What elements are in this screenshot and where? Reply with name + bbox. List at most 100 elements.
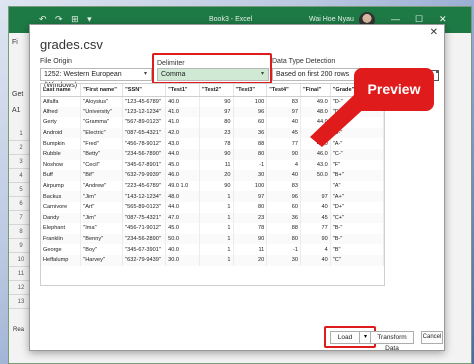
table-cell: 90 bbox=[233, 233, 268, 245]
table-cell: "143-12-1234" bbox=[122, 191, 167, 202]
table-cell: 43.0 bbox=[300, 159, 331, 171]
column-header: "Test2" bbox=[199, 84, 234, 97]
table-cell: 23 bbox=[233, 212, 268, 224]
table-cell: "C+" bbox=[330, 212, 384, 224]
table-cell: "F" bbox=[330, 159, 384, 171]
detection-label: Data Type Detection bbox=[272, 58, 336, 65]
table-cell: 1 bbox=[199, 223, 234, 234]
table-row: Noshow "Cecil" "345-67-8901" 45.0 11 -1 4 43.0 "… bbox=[41, 159, 384, 171]
get-data-button[interactable]: Get bbox=[12, 91, 23, 98]
table-cell: 97 bbox=[199, 106, 234, 118]
table-cell: 30 bbox=[233, 170, 268, 181]
table-cell: "B-" bbox=[330, 233, 384, 245]
table-cell: "123-45-6789" bbox=[122, 96, 167, 107]
table-cell: 30.0 bbox=[165, 254, 200, 266]
table-cell: 45 bbox=[266, 127, 301, 139]
table-cell: "B" bbox=[330, 244, 384, 255]
table-cell: 1 bbox=[199, 254, 234, 266]
table-cell: 20 bbox=[199, 170, 234, 181]
table-cell: 47.0 bbox=[165, 212, 200, 224]
table-cell: "Benny" bbox=[80, 233, 124, 245]
minimize-icon[interactable]: — bbox=[391, 14, 400, 24]
table-cell: 97 bbox=[266, 106, 301, 118]
file-origin-label: File Origin bbox=[40, 58, 72, 65]
transform-data-button[interactable]: Transform Data bbox=[370, 331, 414, 352]
table-cell: "Bif" bbox=[80, 170, 124, 181]
table-cell: 90 bbox=[199, 148, 234, 160]
table-cell: 1 bbox=[199, 244, 234, 255]
table-cell: Noshow bbox=[41, 159, 82, 171]
table-cell: "087-75-4321" bbox=[122, 212, 167, 224]
table-cell: 83 bbox=[266, 96, 301, 107]
table-cell: 90 bbox=[266, 148, 301, 160]
table-row: Airpump "Andrew" "223-45-6789" 49.0 1.0 90 10… bbox=[41, 180, 384, 192]
table-cell: 23 bbox=[199, 127, 234, 139]
table-cell: 80 bbox=[233, 201, 268, 213]
detection-value: Based on first 200 rows bbox=[276, 71, 350, 78]
table-cell: 90 bbox=[199, 180, 234, 192]
file-tab[interactable]: Fi bbox=[12, 39, 18, 46]
load-highlight-box bbox=[324, 326, 376, 348]
table-row: Dandy "Jim" "087-75-4321" 47.0 1 23 36 45 "C+" bbox=[41, 212, 384, 224]
table-cell: Bumpkin bbox=[41, 138, 82, 149]
table-cell: Alfred bbox=[41, 106, 82, 118]
table-cell: Backus bbox=[41, 191, 82, 202]
table-cell: "123-12-1234" bbox=[122, 106, 167, 118]
table-cell: 45.0 bbox=[165, 223, 200, 234]
table-cell: 11 bbox=[199, 159, 234, 171]
cancel-button[interactable]: Cancel bbox=[421, 331, 443, 344]
table-cell: 97 bbox=[300, 191, 331, 202]
table-cell: 48.0 bbox=[165, 191, 200, 202]
table-cell: 80 bbox=[233, 148, 268, 160]
table-cell: "A" bbox=[330, 180, 384, 192]
excel-title: Book3 - Excel bbox=[209, 16, 253, 23]
table-cell: 4 bbox=[300, 244, 331, 255]
table-cell: 42.0 bbox=[165, 127, 200, 139]
table-cell: "456-78-9012" bbox=[122, 138, 167, 149]
table-cell: 45 bbox=[300, 212, 331, 224]
table-cell: "B+" bbox=[330, 170, 384, 181]
table-row: Franklin "Benny" "234-56-2890" 50.0 1 90 80 90 "… bbox=[41, 233, 384, 245]
table-cell: "D+" bbox=[330, 201, 384, 213]
table-cell: "632-79-9939" bbox=[122, 170, 167, 181]
table-cell: "456-71-9012" bbox=[122, 223, 167, 234]
table-cell: Dandy bbox=[41, 212, 82, 224]
table-cell: "Jim" bbox=[80, 212, 124, 224]
table-cell: "B-" bbox=[330, 223, 384, 234]
table-row: George "Boy" "345-67-3901" 40.0 1 11 -1 4 "B" bbox=[41, 244, 384, 255]
table-cell: 45.0 bbox=[165, 159, 200, 171]
column-header: "Test4" bbox=[266, 84, 301, 97]
table-cell: 77 bbox=[300, 223, 331, 234]
table-cell: -1 bbox=[233, 159, 268, 171]
table-cell: Heffalump bbox=[41, 254, 82, 266]
table-cell: 100 bbox=[233, 180, 268, 192]
table-cell: 90 bbox=[300, 233, 331, 245]
table-cell: "567-89-0123" bbox=[122, 117, 167, 128]
file-origin-select[interactable]: 1252: Western European (Windows) ▾ bbox=[40, 68, 152, 89]
column-header: Last name bbox=[41, 84, 82, 97]
table-cell: 1 bbox=[199, 191, 234, 202]
table-cell: 50.0 bbox=[300, 170, 331, 181]
table-cell: "Aloysius" bbox=[80, 96, 124, 107]
table-cell: 4 bbox=[266, 159, 301, 171]
table-cell: 44.0 bbox=[165, 201, 200, 213]
table-cell: "345-67-8901" bbox=[122, 159, 167, 171]
table-row: Buff "Bif" "632-79-9939" 46.0 20 30 40 50.0 "B+" bbox=[41, 170, 384, 181]
dialog-close-icon[interactable]: ✕ bbox=[430, 27, 438, 38]
table-cell: 40.0 bbox=[165, 244, 200, 255]
table-cell: 96 bbox=[266, 191, 301, 202]
table-cell: 41.0 bbox=[165, 117, 200, 128]
name-box[interactable]: A1 bbox=[12, 107, 21, 114]
table-cell: 78 bbox=[199, 138, 234, 149]
table-row: Backus "Jim" "143-12-1234" 48.0 1 97 96 97 "A+" bbox=[41, 191, 384, 202]
table-cell: -1 bbox=[266, 244, 301, 255]
table-cell: "Betty" bbox=[80, 148, 124, 160]
table-cell: "A+" bbox=[330, 191, 384, 202]
table-cell: 1 bbox=[199, 233, 234, 245]
table-cell: George bbox=[41, 244, 82, 255]
table-cell: "Art" bbox=[80, 201, 124, 213]
column-header: "Test3" bbox=[233, 84, 268, 97]
table-cell: 83 bbox=[266, 180, 301, 192]
table-cell: "Harvey" bbox=[80, 254, 124, 266]
chevron-down-icon: ▾ bbox=[143, 71, 147, 77]
